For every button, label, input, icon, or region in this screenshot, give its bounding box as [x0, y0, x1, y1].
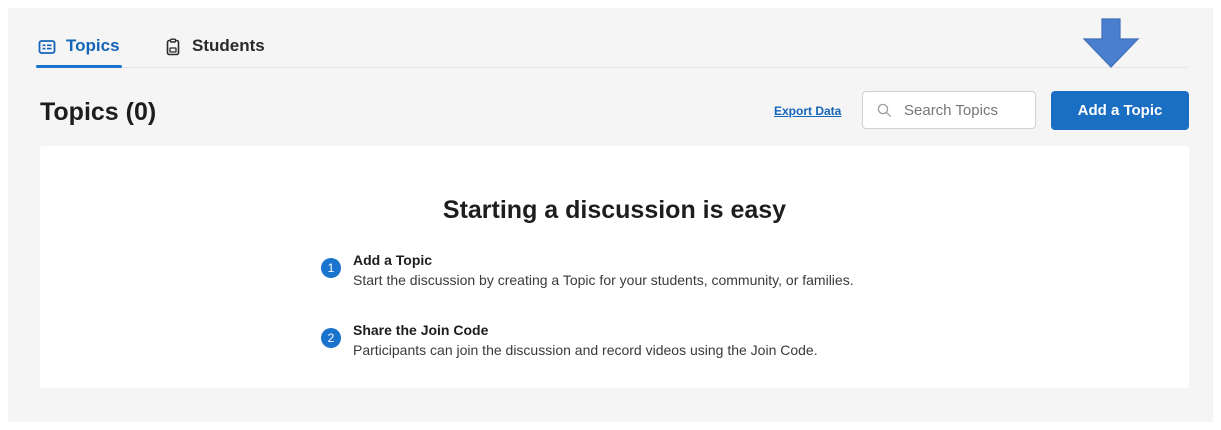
topics-icon — [38, 40, 56, 54]
tab-topics-label: Topics — [66, 36, 120, 55]
empty-state-heading: Starting a discussion is easy — [442, 196, 787, 224]
empty-state-card: Starting a discussion is easy 1 Add a To… — [40, 146, 1189, 388]
step-title: Add a Topic — [353, 252, 433, 268]
search-icon — [877, 103, 892, 117]
tab-topics[interactable]: Topics — [36, 36, 122, 68]
tab-students[interactable]: Students — [164, 36, 265, 68]
export-data-link[interactable]: Export Data — [774, 104, 841, 118]
tab-students-label: Students — [192, 36, 265, 55]
search-input[interactable] — [904, 101, 1034, 119]
step-description: Start the discussion by creating a Topic… — [353, 272, 854, 288]
down-arrow-icon — [1082, 18, 1140, 68]
step-number-badge: 1 — [321, 258, 341, 278]
tab-bar: Topics Students — [36, 8, 1187, 68]
add-topic-button[interactable]: Add a Topic — [1051, 91, 1189, 130]
step-number-badge: 2 — [321, 328, 341, 348]
clipboard-icon — [166, 38, 180, 56]
page: Topics Students Topics (0) Export Data A… — [8, 8, 1213, 422]
step-title: Share the Join Code — [353, 322, 489, 338]
search-box[interactable] — [862, 91, 1036, 129]
page-title: Topics (0) — [40, 98, 157, 126]
step-description: Participants can join the discussion and… — [353, 342, 818, 358]
